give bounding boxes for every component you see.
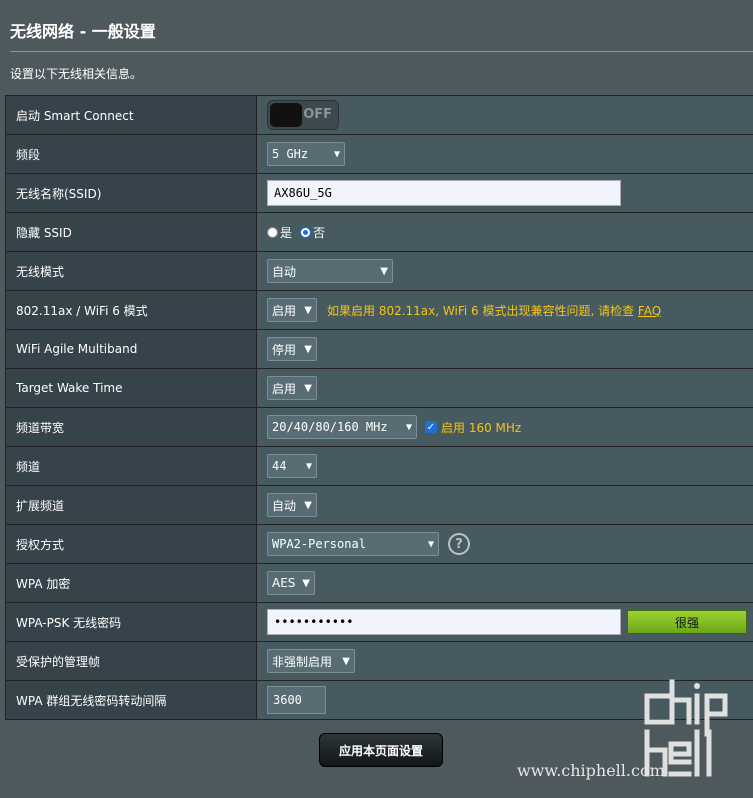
- row-bandwidth: 频道带宽 20/40/80/160 MHz ▼ ✓ 启用 160 MHz: [6, 408, 753, 447]
- row-band: 频段 5 GHz ▼: [6, 135, 753, 174]
- twt-value: 启用: [272, 381, 297, 396]
- chiphell-watermark: www.chiphell.com: [517, 674, 747, 784]
- wpa-enc-select[interactable]: AES ▼: [267, 571, 315, 595]
- bandwidth-value: 20/40/80/160 MHz: [272, 420, 388, 434]
- chevron-down-icon: ▼: [427, 538, 434, 550]
- row-wireless-mode: 无线模式 自动 ▼: [6, 252, 753, 291]
- bandwidth-select[interactable]: 20/40/80/160 MHz ▼: [267, 415, 417, 439]
- psk-label: WPA-PSK 无线密码: [6, 603, 257, 641]
- page-subtitle: 设置以下无线相关信息。: [10, 67, 143, 81]
- row-wifi6: 802.11ax / WiFi 6 模式 启用 ▼ 如果启用 802.11ax,…: [6, 291, 753, 330]
- pmf-value: 非强制启用: [272, 654, 333, 669]
- band-select[interactable]: 5 GHz ▼: [267, 142, 345, 166]
- faq-link[interactable]: FAQ: [638, 304, 661, 318]
- chevron-down-icon: ▼: [305, 460, 312, 472]
- password-strength-meter: 很强: [627, 610, 747, 634]
- rekey-interval-input[interactable]: 3600: [267, 686, 326, 714]
- band-label: 频段: [6, 135, 257, 173]
- watermark-url: www.chiphell.com: [517, 761, 665, 780]
- chevron-down-icon: ▼: [304, 343, 312, 355]
- hide-ssid-yes-label: 是: [280, 225, 293, 240]
- row-target-wake-time: Target Wake Time 启用 ▼: [6, 369, 753, 408]
- chevron-down-icon: ▼: [380, 265, 388, 277]
- bandwidth-label: 频道带宽: [6, 408, 257, 446]
- wifi6-label: 802.11ax / WiFi 6 模式: [6, 291, 257, 329]
- title-divider: [10, 51, 753, 52]
- ext-channel-value: 自动: [272, 498, 297, 513]
- chevron-down-icon: ▼: [333, 148, 340, 160]
- row-hide-ssid: 隐藏 SSID 是 否: [6, 213, 753, 252]
- chevron-down-icon: ▼: [342, 655, 350, 667]
- twt-select[interactable]: 启用 ▼: [267, 376, 317, 400]
- row-ssid: 无线名称(SSID) AX86U_5G: [6, 174, 753, 213]
- wifi6-value: 启用: [272, 303, 297, 318]
- wpa-enc-label: WPA 加密: [6, 564, 257, 602]
- row-channel: 频道 44 ▼: [6, 447, 753, 486]
- wpa-enc-value: AES: [272, 576, 296, 590]
- pmf-label: 受保护的管理帧: [6, 642, 257, 680]
- hide-ssid-yes-radio[interactable]: [267, 226, 278, 238]
- smart-connect-label: 启动 Smart Connect: [6, 96, 257, 134]
- hide-ssid-no-label: 否: [313, 225, 326, 240]
- chevron-down-icon: ▼: [304, 499, 312, 511]
- chevron-down-icon: ▼: [302, 577, 310, 589]
- agile-select[interactable]: 停用 ▼: [267, 337, 317, 361]
- auth-select[interactable]: WPA2-Personal ▼: [267, 532, 439, 556]
- agile-label: WiFi Agile Multiband: [6, 330, 257, 368]
- toggle-knob: [270, 103, 302, 127]
- auth-label: 授权方式: [6, 525, 257, 563]
- psk-password-input[interactable]: •••••••••••: [267, 609, 621, 635]
- wifi6-select[interactable]: 启用 ▼: [267, 298, 317, 322]
- row-psk: WPA-PSK 无线密码 ••••••••••• 很强: [6, 603, 753, 642]
- toggle-state: OFF: [303, 107, 332, 122]
- wifi6-note: 如果启用 802.11ax, WiFi 6 模式出现兼容性问题, 请检查 FAQ: [327, 302, 661, 319]
- smart-connect-toggle[interactable]: OFF: [267, 100, 339, 130]
- twt-label: Target Wake Time: [6, 369, 257, 407]
- enable-160mhz-label: 启用 160 MHz: [441, 420, 522, 435]
- wifi6-note-text: 如果启用 802.11ax, WiFi 6 模式出现兼容性问题, 请检查: [327, 303, 635, 318]
- hide-ssid-label: 隐藏 SSID: [6, 213, 257, 251]
- ext-channel-label: 扩展频道: [6, 486, 257, 524]
- chevron-down-icon: ▼: [304, 304, 312, 316]
- row-extension-channel: 扩展频道 自动 ▼: [6, 486, 753, 525]
- band-value: 5 GHz: [272, 147, 309, 161]
- channel-label: 频道: [6, 447, 257, 485]
- row-wpa-encryption: WPA 加密 AES ▼: [6, 564, 753, 603]
- channel-select[interactable]: 44 ▼: [267, 454, 317, 478]
- agile-value: 停用: [272, 342, 297, 357]
- ssid-input[interactable]: AX86U_5G: [267, 180, 621, 206]
- hide-ssid-no-radio[interactable]: [300, 226, 312, 238]
- pmf-select[interactable]: 非强制启用 ▼: [267, 649, 355, 673]
- page-title: 无线网络 - 一般设置: [10, 22, 156, 41]
- auth-value: WPA2-Personal: [272, 537, 366, 551]
- ext-channel-select[interactable]: 自动 ▼: [267, 493, 317, 517]
- chevron-down-icon: ▼: [304, 382, 312, 394]
- row-auth-method: 授权方式 WPA2-Personal ▼ ?: [6, 525, 753, 564]
- enable-160mhz-checkbox[interactable]: ✓: [425, 421, 437, 433]
- wireless-mode-value: 自动: [272, 264, 297, 279]
- rekey-label: WPA 群组无线密码转动间隔: [6, 681, 257, 719]
- settings-table: 启动 Smart Connect OFF 频段 5 GHz ▼ 无线名称(SSI…: [5, 95, 753, 720]
- chevron-down-icon: ▼: [405, 421, 412, 433]
- wireless-mode-select[interactable]: 自动 ▼: [267, 259, 393, 283]
- apply-settings-button[interactable]: 应用本页面设置: [319, 733, 443, 767]
- help-icon[interactable]: ?: [448, 533, 470, 555]
- channel-value: 44: [272, 459, 287, 473]
- row-agile-multiband: WiFi Agile Multiband 停用 ▼: [6, 330, 753, 369]
- row-smart-connect: 启动 Smart Connect OFF: [6, 96, 753, 135]
- ssid-label: 无线名称(SSID): [6, 174, 257, 212]
- wireless-mode-label: 无线模式: [6, 252, 257, 290]
